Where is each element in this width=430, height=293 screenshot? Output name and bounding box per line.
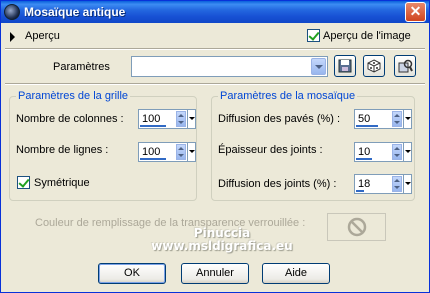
chevron-down-icon[interactable] bbox=[187, 142, 196, 162]
rows-slider-bar[interactable] bbox=[140, 158, 166, 160]
mosaic-settings-title: Paramètres de la mosaïque bbox=[218, 90, 358, 102]
spin-arrows-icon[interactable] bbox=[176, 111, 186, 127]
rows-value[interactable]: 100 bbox=[142, 146, 160, 158]
spin-arrows-icon[interactable] bbox=[392, 176, 402, 192]
joint-thickness-slider-bar[interactable] bbox=[356, 158, 372, 160]
mosaic-settings-group: Paramètres de la mosaïque Diffusion des … bbox=[211, 90, 415, 201]
random-preset-button[interactable] bbox=[363, 55, 385, 77]
help-button[interactable]: Aide bbox=[262, 263, 330, 284]
columns-slider-bar[interactable] bbox=[140, 125, 166, 127]
save-icon bbox=[338, 59, 352, 73]
image-preview-label: Aperçu de l'image bbox=[323, 30, 411, 42]
close-button[interactable]: ✕ bbox=[405, 2, 426, 22]
window-title: Mosaïque antique bbox=[24, 5, 126, 19]
spin-arrows-icon[interactable] bbox=[392, 111, 402, 127]
title-bar[interactable]: Mosaïque antique ✕ bbox=[1, 1, 429, 23]
chevron-down-icon[interactable] bbox=[403, 174, 412, 194]
columns-value[interactable]: 100 bbox=[142, 113, 160, 125]
columns-label: Nombre de colonnes : bbox=[16, 113, 124, 125]
presets-dropdown[interactable] bbox=[131, 56, 328, 77]
spin-arrows-icon[interactable] bbox=[176, 144, 186, 160]
grid-settings-group: Paramètres de la grille Nombre de colonn… bbox=[9, 90, 197, 201]
watermark: Pinuccia www.msldigrafica.eu bbox=[97, 227, 347, 253]
columns-spinner[interactable]: 100 bbox=[138, 109, 196, 129]
joint-thickness-spinner[interactable]: 10 bbox=[354, 142, 412, 162]
no-color-icon bbox=[347, 217, 367, 237]
chevron-down-icon[interactable] bbox=[187, 109, 196, 129]
joint-thickness-value[interactable]: 10 bbox=[358, 146, 370, 158]
joint-diffusion-value[interactable]: 18 bbox=[358, 178, 370, 190]
ok-button[interactable]: OK bbox=[98, 263, 166, 284]
preview-row: Aperçu Aperçu de l'image bbox=[7, 28, 425, 46]
cancel-button[interactable]: Annuler bbox=[181, 263, 249, 284]
tile-diffusion-label: Diffusion des pavés (%) : bbox=[218, 113, 341, 125]
dialog-window: Mosaïque antique ✕ Aperçu Aperçu de l'im… bbox=[0, 0, 430, 293]
reset-preset-button[interactable] bbox=[394, 55, 416, 77]
joint-thickness-label: Épaisseur des joints : bbox=[218, 144, 323, 156]
spin-arrows-icon[interactable] bbox=[392, 144, 402, 160]
rows-label: Nombre de lignes : bbox=[16, 144, 109, 156]
presets-label: Paramètres bbox=[53, 61, 110, 73]
app-icon bbox=[4, 4, 20, 20]
tile-diffusion-spinner[interactable]: 50 bbox=[354, 109, 412, 129]
tile-diffusion-value[interactable]: 50 bbox=[358, 113, 370, 125]
expand-arrow-icon[interactable] bbox=[10, 32, 15, 42]
image-preview-checkbox[interactable] bbox=[307, 29, 320, 42]
divider bbox=[5, 83, 425, 85]
joint-diffusion-spinner[interactable]: 18 bbox=[354, 174, 412, 194]
divider bbox=[5, 48, 425, 50]
watermark-url: www.msldigrafica.eu bbox=[151, 239, 293, 253]
save-preset-button[interactable] bbox=[334, 55, 356, 77]
dice-icon bbox=[367, 59, 381, 73]
reset-icon bbox=[398, 59, 413, 73]
chevron-down-icon[interactable] bbox=[403, 109, 412, 129]
grid-settings-title: Paramètres de la grille bbox=[16, 90, 131, 102]
rows-spinner[interactable]: 100 bbox=[138, 142, 196, 162]
preview-toggle-label[interactable]: Aperçu bbox=[25, 30, 60, 42]
joint-diffusion-label: Diffusion des joints (%) : bbox=[218, 178, 337, 190]
chevron-down-icon[interactable] bbox=[311, 58, 326, 75]
symmetric-label: Symétrique bbox=[34, 177, 90, 189]
chevron-down-icon[interactable] bbox=[403, 142, 412, 162]
tile-diffusion-slider-bar[interactable] bbox=[356, 125, 378, 127]
joint-diffusion-slider-bar[interactable] bbox=[356, 190, 364, 192]
symmetric-checkbox[interactable] bbox=[17, 176, 30, 189]
